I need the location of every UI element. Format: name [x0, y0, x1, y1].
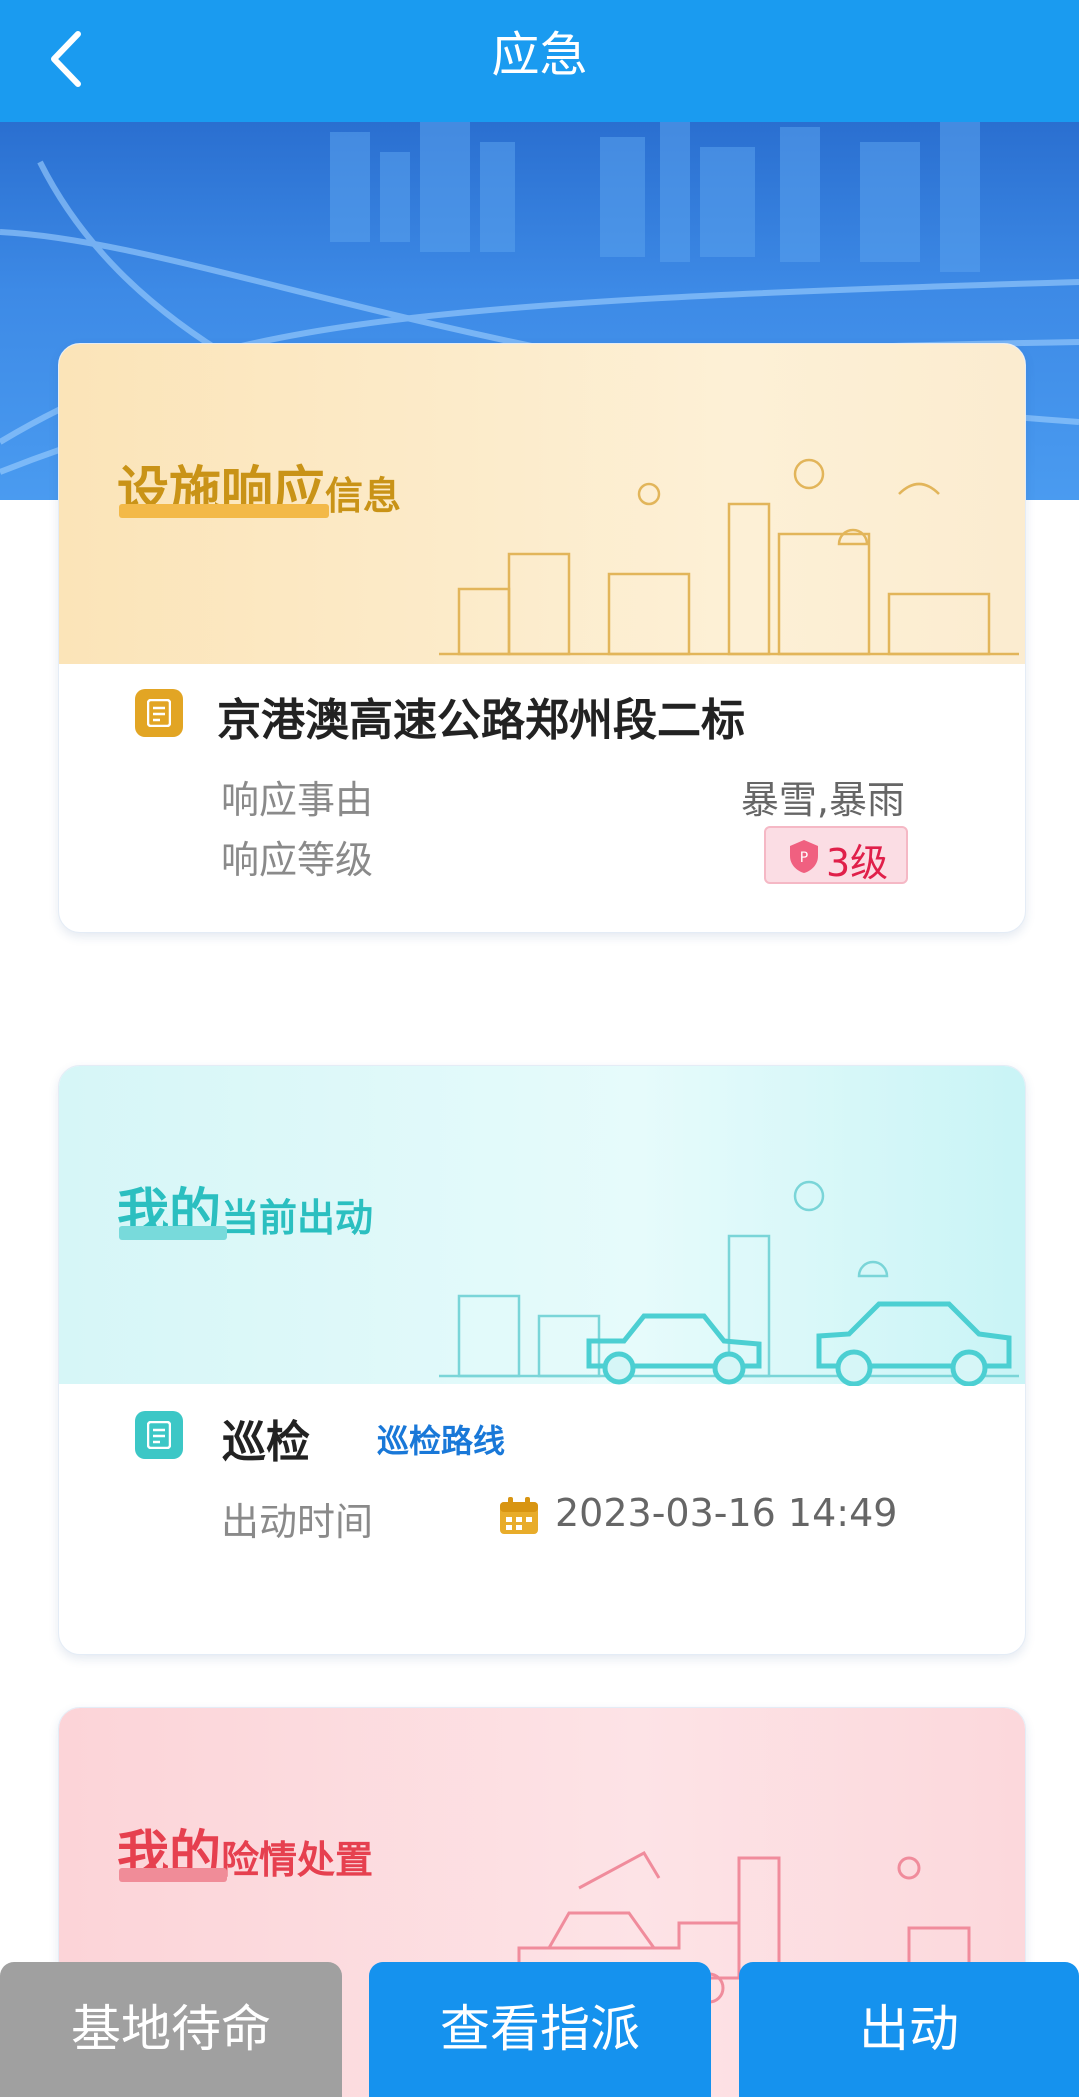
page-title: 应急 — [491, 27, 588, 83]
dispatch-button[interactable]: 出动 — [739, 1962, 1079, 2097]
hazard-title-sub: 险情处置 — [221, 1838, 374, 1882]
dispatch-title-sub: 当前出动 — [221, 1196, 374, 1240]
dispatch-time-value: 2023-03-16 14:49 — [555, 1491, 898, 1535]
svg-text:P: P — [800, 850, 808, 866]
response-level-value: 3级 — [826, 841, 889, 885]
city-illustration-icon — [439, 458, 1019, 656]
response-reason-label: 响应事由 — [221, 778, 374, 822]
facility-title-sub: 信息 — [325, 474, 402, 518]
project-name: 京港澳高速公路郑州段二标 — [217, 695, 745, 746]
current-dispatch-card[interactable]: 我的当前出动 巡检 巡检路线 出动时间 2023-03-16 14:49 — [58, 1065, 1026, 1655]
facility-title-underline — [119, 504, 329, 518]
response-reason-value: 暴雪,暴雨 — [740, 778, 905, 822]
view-assignment-button[interactable]: 查看指派 — [369, 1962, 711, 2097]
standby-at-base-button[interactable]: 基地待命 — [0, 1962, 342, 2097]
city-cars-illustration-icon — [439, 1180, 1019, 1386]
dispatch-time-label: 出动时间 — [221, 1500, 374, 1544]
top-bar: 应急 — [0, 0, 1079, 122]
calendar-icon — [500, 1497, 538, 1534]
task-name: 巡检 — [222, 1417, 310, 1468]
facility-card-header: 设施响应信息 — [59, 344, 1025, 664]
document-icon — [135, 689, 183, 737]
facility-response-card[interactable]: 设施响应信息 京港澳高速公路郑州段二标 响应事由 暴雪,暴雨 响应等级 P 3级 — [58, 343, 1026, 933]
level-shield-icon: P — [790, 840, 818, 873]
hazard-title-underline — [119, 1868, 227, 1882]
response-level-badge: P 3级 — [764, 826, 908, 885]
dispatch-card-header: 我的当前出动 — [59, 1066, 1025, 1386]
document-icon — [135, 1411, 183, 1459]
response-level-label: 响应等级 — [221, 838, 374, 882]
patrol-route-link[interactable]: 巡检路线 — [377, 1416, 505, 1462]
dispatch-title-underline — [119, 1226, 227, 1240]
